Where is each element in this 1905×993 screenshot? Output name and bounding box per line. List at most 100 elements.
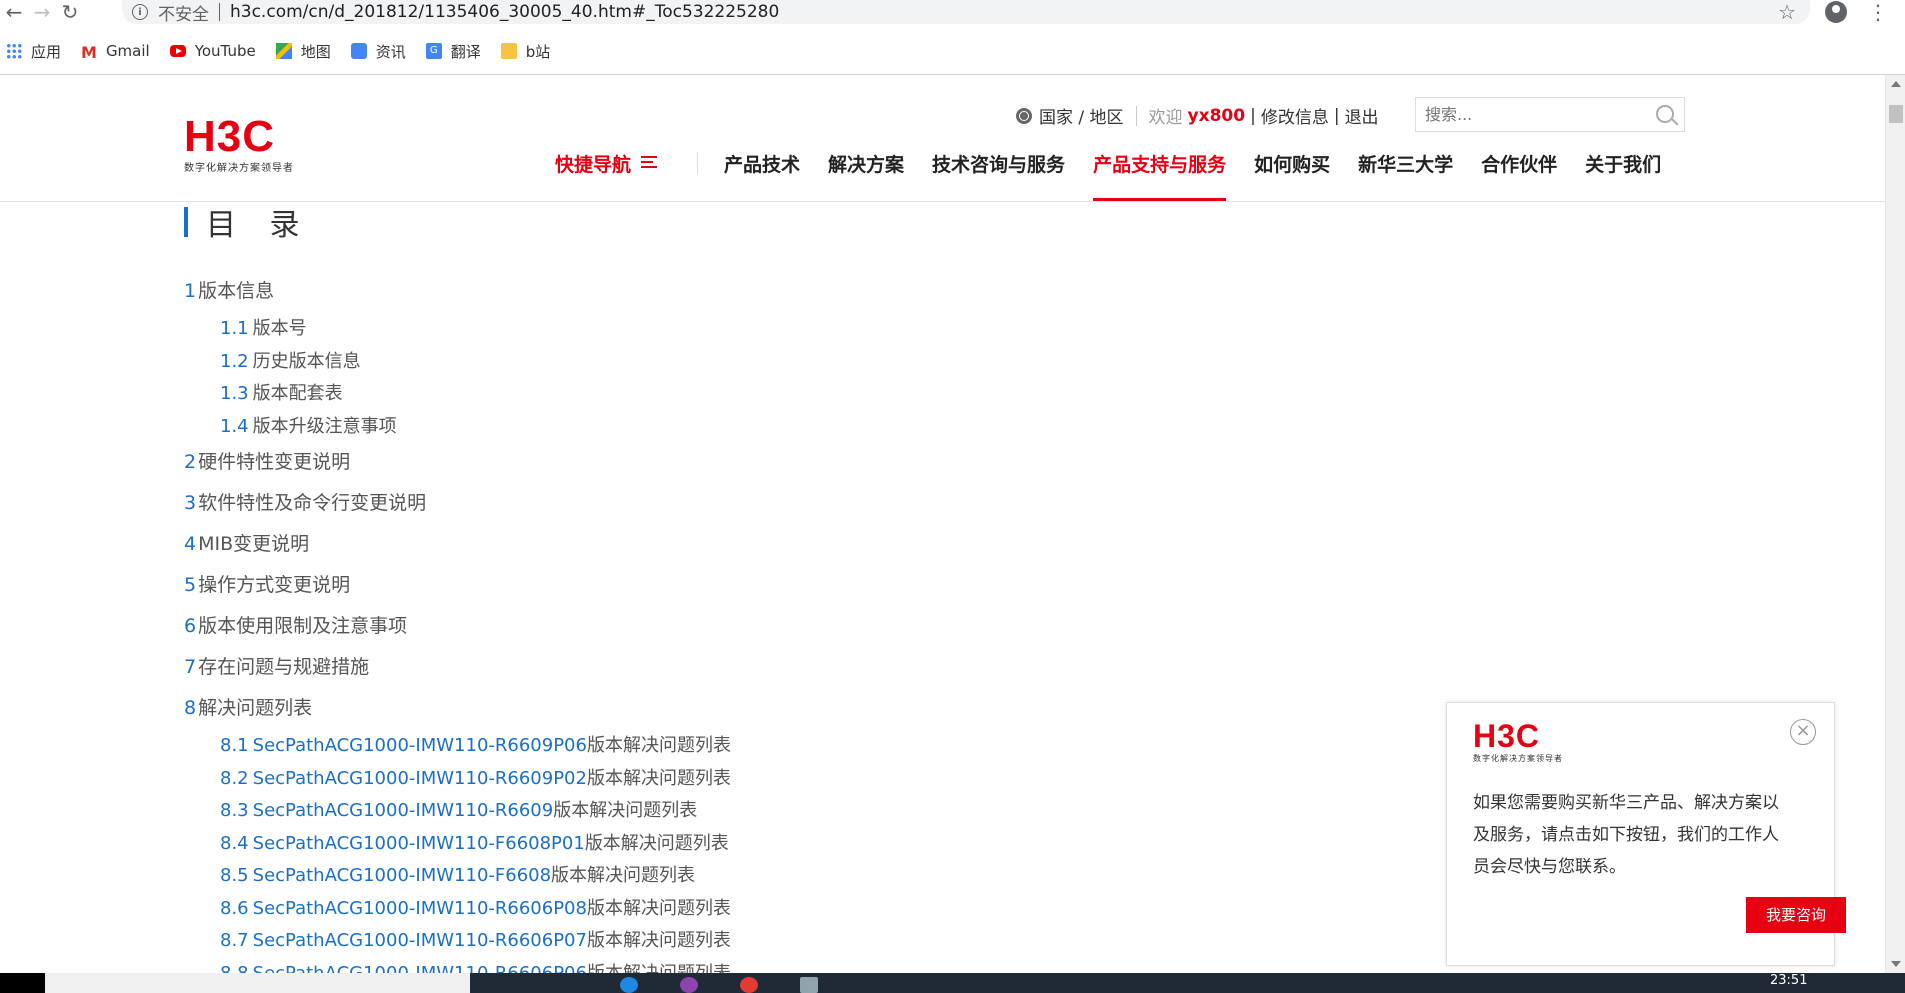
back-icon[interactable]: ← (0, 0, 28, 24)
toc-entry[interactable]: 8.4 SecPathACG1000-IMW110-F6608P01版本解决问题列… (220, 832, 731, 865)
page-scrollbar[interactable] (1885, 75, 1905, 973)
toc-entry[interactable]: 6 版本使用限制及注意事项 (184, 611, 731, 652)
quick-nav-button[interactable]: 快捷导航 (555, 150, 658, 200)
bookmark-bilibili[interactable]: b站 (500, 41, 550, 62)
bookmark-star-icon[interactable]: ☆ (1778, 0, 1796, 24)
logo-tagline: 数字化解决方案领导者 (1473, 754, 1563, 763)
toc-entry[interactable]: 3 软件特性及命令行变更说明 (184, 488, 731, 529)
nav-about[interactable]: 关于我们 (1585, 150, 1661, 200)
profile-icon[interactable] (1825, 1, 1847, 23)
toc-entry-text: 版本信息 (198, 280, 275, 302)
toc-entry-text: 版本解决问题列表 (586, 897, 731, 919)
nav-university[interactable]: 新华三大学 (1358, 150, 1453, 200)
divider (219, 3, 220, 21)
toc-entry-number: 2 (184, 451, 197, 473)
forward-icon[interactable]: → (28, 0, 56, 24)
bookmark-label: 翻译 (450, 42, 481, 61)
nav-solutions[interactable]: 解决方案 (828, 150, 904, 200)
toc-entry[interactable]: 8.2 SecPathACG1000-IMW110-R6609P02版本解决问题列… (220, 767, 731, 800)
bookmark-apps[interactable]: 应用 (6, 41, 61, 62)
separator: | (1250, 105, 1256, 126)
toc-entry[interactable]: 4 MIB变更说明 (184, 529, 731, 570)
info-icon[interactable]: i (132, 4, 148, 20)
toc-entry[interactable]: 1.1 版本号 (220, 317, 731, 350)
clock: 23:51 (1770, 973, 1808, 988)
toc-entry-number: 4 (184, 533, 197, 555)
bookmark-youtube[interactable]: YouTube (169, 42, 256, 60)
logo-tagline: 数字化解决方案领导者 (184, 163, 294, 174)
chrome-icon[interactable] (740, 977, 758, 993)
toc-entry[interactable]: 2 硬件特性变更说明 (184, 447, 731, 488)
app-icon[interactable] (680, 977, 698, 993)
toc-entry-number: 8.5 (220, 865, 249, 886)
search-input[interactable] (1425, 105, 1645, 124)
toc-entry-text: 版本解决问题列表 (586, 735, 731, 756)
nav-partners[interactable]: 合作伙伴 (1481, 150, 1557, 200)
toc-entry[interactable]: 1 版本信息 (184, 276, 731, 317)
folder-icon (500, 43, 517, 59)
bookmark-maps[interactable]: 地图 (275, 41, 331, 62)
address-bar[interactable]: i 不安全 h3c.com/cn/d_201812/1135406_30005_… (122, 0, 1810, 25)
separator: | (1333, 105, 1340, 126)
edge-icon[interactable] (620, 977, 638, 993)
toc-entry-number: 8.2 (220, 767, 249, 789)
logo-mark: H3C (184, 112, 276, 161)
scroll-thumb[interactable] (1889, 105, 1903, 123)
bookmark-news[interactable]: 资讯 (350, 41, 406, 62)
toc-entry[interactable]: 8.5 SecPathACG1000-IMW110-F6608版本解决问题列表 (220, 864, 731, 897)
region-link[interactable]: 国家 / 地区 (1039, 103, 1124, 128)
toc-entry-code: SecPathACG1000-IMW110-F6608 (252, 865, 552, 886)
url-text[interactable]: h3c.com/cn/d_201812/1135406_30005_40.htm… (230, 2, 779, 22)
taskbar-search[interactable] (45, 973, 470, 993)
search-icon[interactable] (1656, 105, 1674, 123)
toc-entry[interactable]: 1.3 版本配套表 (220, 382, 731, 415)
consult-button[interactable]: 我要咨询 (1746, 897, 1846, 933)
toc-entry-code: SecPathACG1000-IMW110-F6608P01 (252, 832, 585, 854)
bookmark-label: Gmail (105, 42, 150, 60)
bookmarks-bar: 应用 M Gmail YouTube 地图 资讯 G 翻译 b站 (0, 36, 564, 66)
popup-message: 如果您需要购买新华三产品、解决方案以及服务，请点击如下按钮，我们的工作人员会尽快… (1473, 793, 1779, 877)
browser-menu-icon[interactable]: ⋮ (1868, 0, 1888, 24)
toc-entry-text: 软件特性及命令行变更说明 (198, 492, 427, 514)
scroll-up-icon[interactable] (1891, 81, 1901, 87)
nav-support[interactable]: 产品支持与服务 (1093, 150, 1227, 201)
toc-entry-code: SecPathACG1000-IMW110-R6606P07 (252, 930, 587, 951)
bookmark-gmail[interactable]: M Gmail (81, 42, 150, 62)
toc-title: 目 录 (206, 208, 312, 243)
toc-entry[interactable]: 8.6 SecPathACG1000-IMW110-R6606P08版本解决问题列… (220, 897, 731, 930)
explorer-icon[interactable] (800, 977, 818, 993)
toc-entry[interactable]: 5 操作方式变更说明 (184, 570, 731, 611)
toc-entry[interactable]: 8 解决问题列表 (184, 693, 731, 734)
toc-entry[interactable]: 8.7 SecPathACG1000-IMW110-R6606P07版本解决问题列… (220, 929, 731, 962)
menu-icon (641, 156, 658, 168)
username[interactable]: yx800 (1188, 106, 1246, 126)
reload-icon[interactable]: ↻ (56, 0, 84, 24)
nav-how-to-buy[interactable]: 如何购买 (1254, 150, 1330, 200)
os-taskbar: 23:51 (0, 973, 1905, 993)
toc-entry[interactable]: 1.4 版本升级注意事项 (220, 415, 731, 448)
start-button[interactable] (0, 973, 45, 993)
nav-products[interactable]: 产品技术 (724, 150, 800, 200)
divider (1135, 105, 1137, 126)
h3c-logo[interactable]: H3C 数字化解决方案领导者 (184, 112, 294, 175)
toc-entry-text: MIB变更说明 (198, 533, 310, 555)
toc-entry-text: 版本解决问题列表 (553, 800, 698, 821)
toc-entry[interactable]: 8.1 SecPathACG1000-IMW110-R6609P06版本解决问题列… (220, 734, 731, 767)
toc-entry-number: 1.1 (220, 318, 249, 339)
toc-entry[interactable]: 7 存在问题与规避措施 (184, 652, 731, 693)
bookmark-label: 资讯 (375, 42, 406, 61)
toc-entry-text: 版本配套表 (252, 383, 343, 404)
nav-consulting[interactable]: 技术咨询与服务 (932, 150, 1065, 200)
toc-entry-code: SecPathACG1000-IMW110-R6609 (252, 800, 554, 821)
scroll-down-icon[interactable] (1891, 961, 1901, 967)
toc-entry[interactable]: 8.3 SecPathACG1000-IMW110-R6609版本解决问题列表 (220, 799, 731, 832)
close-icon[interactable]: × (1790, 719, 1816, 745)
toc-entry-number: 8 (184, 697, 197, 719)
logout-link[interactable]: 退出 (1345, 103, 1379, 128)
toc-entry-text: 版本解决问题列表 (586, 930, 731, 951)
toc-entry[interactable]: 1.2 历史版本信息 (220, 350, 731, 383)
edit-info-link[interactable]: 修改信息 (1261, 103, 1329, 128)
bookmark-translate[interactable]: G 翻译 (425, 41, 481, 62)
bookmark-label: YouTube (194, 42, 256, 60)
youtube-icon (169, 45, 186, 57)
